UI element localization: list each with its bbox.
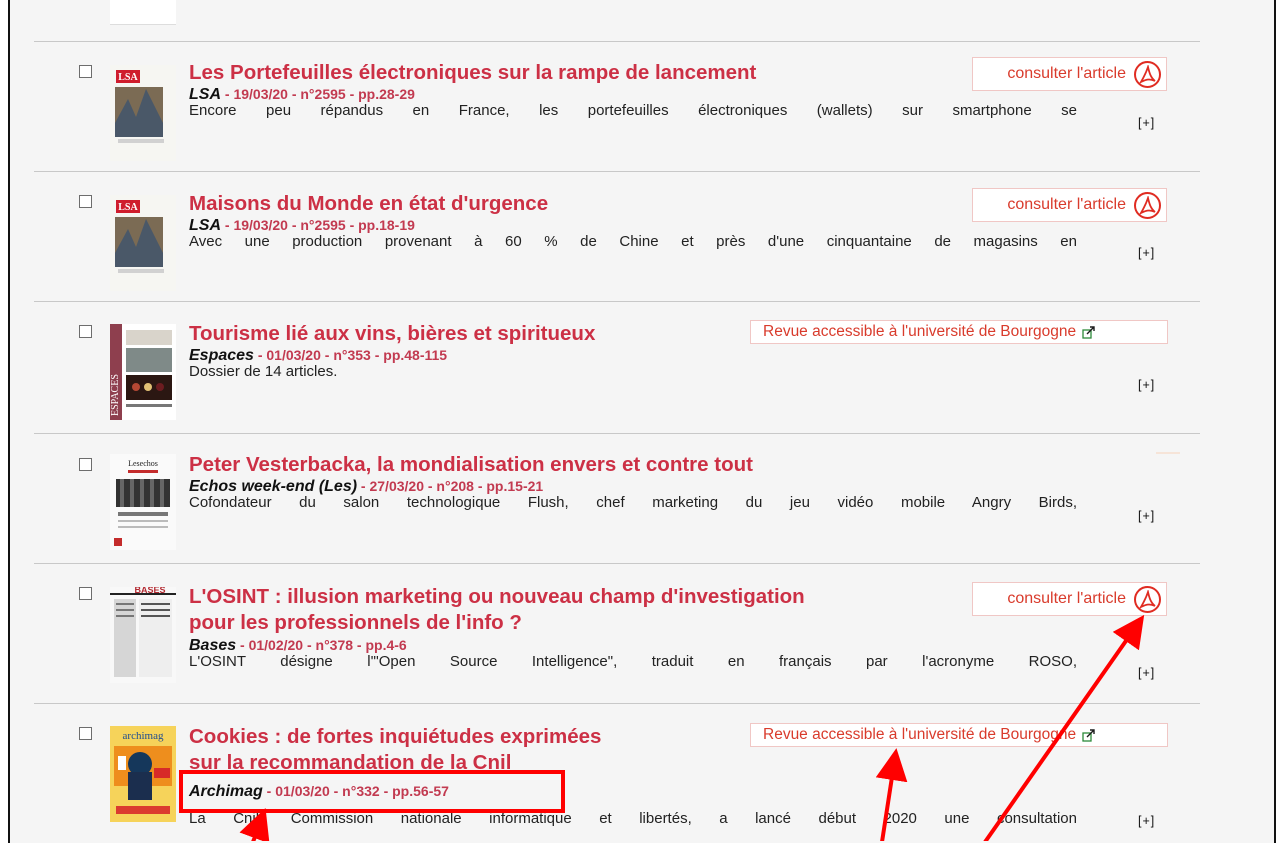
publication-pointer-arrow bbox=[239, 807, 270, 841]
annotation-arrows bbox=[239, 614, 1145, 841]
university-access-pointer-arrow bbox=[875, 748, 908, 841]
pdf-pointer-arrow bbox=[983, 614, 1145, 841]
